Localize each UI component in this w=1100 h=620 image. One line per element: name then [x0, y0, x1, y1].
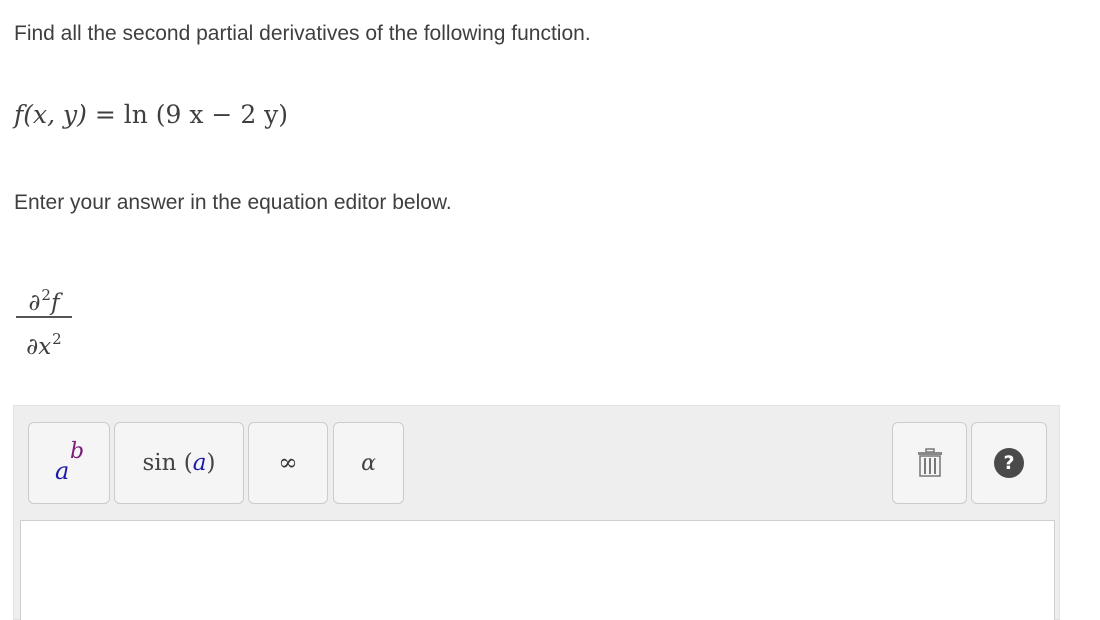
equation-input[interactable] [20, 520, 1055, 620]
fraction-denominator: ∂x2 [26, 330, 62, 360]
help-icon: ? [994, 448, 1024, 478]
help-button[interactable]: ? [971, 422, 1047, 504]
fraction-bar [16, 316, 72, 318]
function-equals: = [86, 100, 124, 129]
function-lhs: f(x, y) [14, 100, 87, 129]
answer-instruction: Enter your answer in the equation editor… [14, 191, 452, 214]
power-button[interactable]: a b [28, 422, 110, 504]
second-partial-label: ∂2f ∂x2 [16, 278, 72, 360]
question-prompt: Find all the second partial derivatives … [14, 22, 591, 45]
trash-icon [917, 448, 942, 477]
sin-label: sin (a) [142, 450, 216, 476]
sin-button[interactable]: sin (a) [114, 422, 244, 504]
function-rhs: ln (9 x − 2 y) [123, 100, 289, 129]
infinity-button[interactable]: ∞ [248, 422, 328, 504]
alpha-icon: α [361, 450, 376, 476]
clear-button[interactable] [892, 422, 967, 504]
equation-editor: a b sin (a) ∞ α ? [13, 405, 1060, 620]
greek-alpha-button[interactable]: α [333, 422, 404, 504]
infinity-icon: ∞ [278, 450, 298, 476]
power-icon: a b [55, 439, 85, 485]
fraction-numerator: ∂2f [28, 286, 60, 316]
function-expression: f(x, y) = ln (9 x − 2 y) [14, 100, 288, 129]
